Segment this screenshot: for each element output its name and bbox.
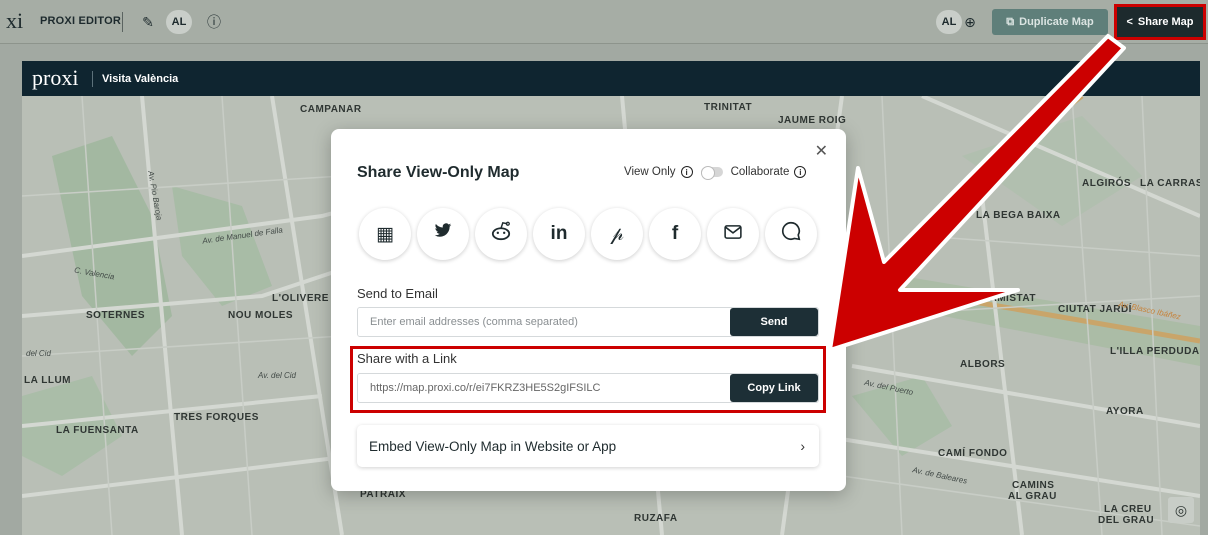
share-icon: < (1126, 16, 1133, 28)
edit-tag-icon[interactable]: ✎ (136, 10, 160, 34)
user-avatar[interactable]: AL (166, 10, 192, 34)
modal-title: Share View-Only Map (357, 164, 520, 181)
qr-code-icon: ▦ (376, 223, 394, 245)
share-with-link-label: Share with a Link (357, 351, 457, 366)
map-label: L'OLIVERE (272, 293, 329, 304)
duplicate-icon: ⧉ (1006, 15, 1015, 28)
map-header-divider (92, 71, 93, 87)
editor-label: PROXI EDITOR (40, 15, 122, 27)
map-label: DEL GRAU (1098, 515, 1155, 526)
reddit-share-button[interactable] (475, 208, 527, 260)
map-label: LA LLUM (24, 375, 72, 386)
map-label: CAMÍ FONDO (938, 448, 1008, 459)
map-label: AYORA (1106, 406, 1144, 417)
twitter-icon (434, 223, 452, 245)
embed-map-label: Embed View-Only Map in Website or App (369, 438, 617, 454)
social-share-row: ▦ in 𝓅 f (359, 208, 817, 260)
email-share-button[interactable] (707, 208, 759, 260)
message-share-button[interactable] (765, 208, 817, 260)
share-mode-toggle-row: View Only i Collaborate i (624, 166, 807, 180)
proxi-logo-fragment: xi (6, 8, 24, 33)
map-label: CAMPANAR (300, 104, 362, 115)
info-icon[interactable]: i (794, 166, 807, 178)
reddit-icon (490, 221, 512, 247)
map-label: ALBORS (960, 359, 1006, 370)
linkedin-share-button[interactable]: in (533, 208, 585, 260)
twitter-share-button[interactable] (417, 208, 469, 260)
map-label: RUZAFA (634, 513, 678, 524)
map-label: LA FUENSANTA (56, 425, 139, 436)
map-logo: proxi (32, 65, 79, 90)
facebook-share-button[interactable]: f (649, 208, 701, 260)
crosshair-icon: ◎ (1174, 501, 1188, 518)
map-label: SOTERNES (86, 310, 146, 321)
pinterest-share-button[interactable]: 𝓅 (591, 208, 643, 260)
map-label: ALGIRÓS (1082, 178, 1132, 189)
help-icon[interactable]: ⓘ (202, 10, 226, 34)
duplicate-map-label: Duplicate Map (1019, 16, 1094, 28)
map-label: TRINITAT (704, 102, 753, 113)
map-site-name: Visita València (102, 73, 179, 85)
map-street-label: del Cid (26, 349, 51, 358)
info-icon[interactable]: i (680, 166, 693, 178)
share-link-field: Copy Link (357, 373, 819, 403)
map-label: L'ILLA PERDUDA (1110, 346, 1200, 357)
map-label: LA BEGA BAIXA (976, 210, 1061, 221)
map-label: TRES FORQUES (174, 412, 259, 423)
share-mode-toggle[interactable] (700, 166, 723, 180)
share-link-input[interactable] (358, 374, 730, 402)
map-label: JAUME ROIG (778, 115, 847, 126)
email-share-field: Send (357, 307, 819, 337)
embed-map-row[interactable]: Embed View-Only Map in Website or App › (357, 425, 819, 467)
view-only-label: View Only (624, 166, 676, 178)
map-label: L'AMISTAT (980, 293, 1036, 304)
chat-icon (780, 220, 802, 248)
map-label: LA CARRAS (1140, 178, 1200, 189)
map-header: proxi Visita València (22, 61, 1200, 96)
copy-link-button[interactable]: Copy Link (730, 374, 818, 402)
mail-icon (724, 223, 742, 245)
map-label: LA CREU (1104, 504, 1152, 515)
pinterest-icon: 𝓅 (610, 223, 624, 245)
share-map-button[interactable]: < Share Map (1126, 16, 1193, 28)
editor-topbar: xi PROXI EDITOR ✎ AL ⓘ AL ⊕ ⧉ Duplicate … (0, 0, 1208, 44)
collaborate-label: Collaborate (730, 166, 790, 178)
page-gutter-left (0, 44, 22, 535)
send-to-email-label: Send to Email (357, 286, 438, 301)
map-label: AL GRAU (1008, 491, 1057, 502)
locate-me-button[interactable]: ◎ (1168, 497, 1194, 523)
linkedin-icon: in (550, 223, 568, 244)
map-street-label: Av. del Cid (258, 371, 296, 380)
qr-code-button[interactable]: ▦ (359, 208, 411, 260)
email-input[interactable] (358, 308, 730, 336)
map-label: CAMINS (1012, 480, 1055, 491)
chevron-right-icon: › (800, 438, 805, 454)
send-button[interactable]: Send (730, 308, 818, 336)
topbar-divider (122, 12, 123, 32)
share-modal: ✕ Share View-Only Map View Only i Collab… (331, 129, 846, 491)
close-icon[interactable]: ✕ (815, 141, 828, 161)
share-map-label: Share Map (1137, 16, 1194, 28)
facebook-icon: f (671, 223, 679, 244)
page-gutter-right (1200, 44, 1208, 535)
map-label: NOU MOLES (228, 310, 294, 321)
page-gutter-top (22, 44, 1200, 61)
duplicate-map-button[interactable]: ⧉ Duplicate Map (992, 9, 1108, 35)
share-map-highlight: < Share Map (1114, 4, 1206, 40)
add-collaborator-icon[interactable]: ⊕ (958, 10, 982, 34)
